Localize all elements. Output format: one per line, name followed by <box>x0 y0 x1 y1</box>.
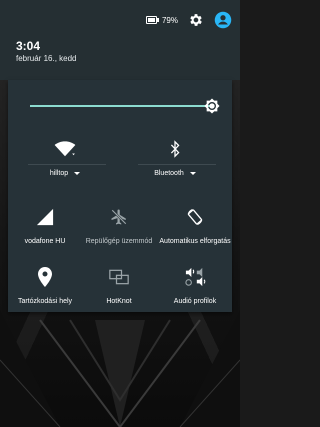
tile-audio-label: Audió profilok <box>173 298 217 305</box>
tile-wifi-label: hilltop <box>49 170 69 177</box>
tile-bluetooth-label: Bluetooth <box>154 170 184 177</box>
location-icon <box>38 267 52 287</box>
bluetooth-icon <box>170 140 180 158</box>
clock-time: 3:04 <box>16 39 41 53</box>
battery-level-fill <box>147 18 156 22</box>
notification-header: 79% 3:04 február 16., kedd <box>0 0 240 80</box>
battery-percent: 79% <box>161 15 178 25</box>
airplane-mode-icon <box>111 209 127 225</box>
quick-settings-panel: hilltop Bluetooth vodafone HU Repülőgép … <box>8 80 232 312</box>
user-account-icon[interactable] <box>214 11 232 29</box>
wifi-icon <box>54 141 76 157</box>
hotknot-icon <box>109 269 129 285</box>
settings-icon[interactable] <box>188 12 204 28</box>
date-text[interactable]: február 16., kedd <box>16 54 76 63</box>
bluetooth-divider <box>138 164 216 165</box>
battery-icon <box>145 16 159 24</box>
audio-profile-icon <box>185 267 206 287</box>
status-row: 79% <box>145 10 232 30</box>
tile-rotation-label: Automatikus elforgatás <box>159 238 231 245</box>
wifi-caret-icon[interactable] <box>74 171 81 175</box>
wifi-divider <box>28 164 106 165</box>
brightness-slider[interactable] <box>30 98 220 114</box>
tile-rotation[interactable]: Automatikus elforgatás <box>150 204 240 245</box>
tile-audio[interactable]: Audió profilok <box>150 264 240 305</box>
bluetooth-caret-icon[interactable] <box>189 171 196 175</box>
tile-wifi[interactable]: hilltop <box>20 136 110 177</box>
auto-rotate-icon <box>187 208 203 226</box>
brightness-icon[interactable] <box>204 98 220 114</box>
cellular-signal-icon <box>36 208 54 226</box>
tile-bluetooth[interactable]: Bluetooth <box>130 136 220 177</box>
brightness-track[interactable] <box>30 105 212 107</box>
